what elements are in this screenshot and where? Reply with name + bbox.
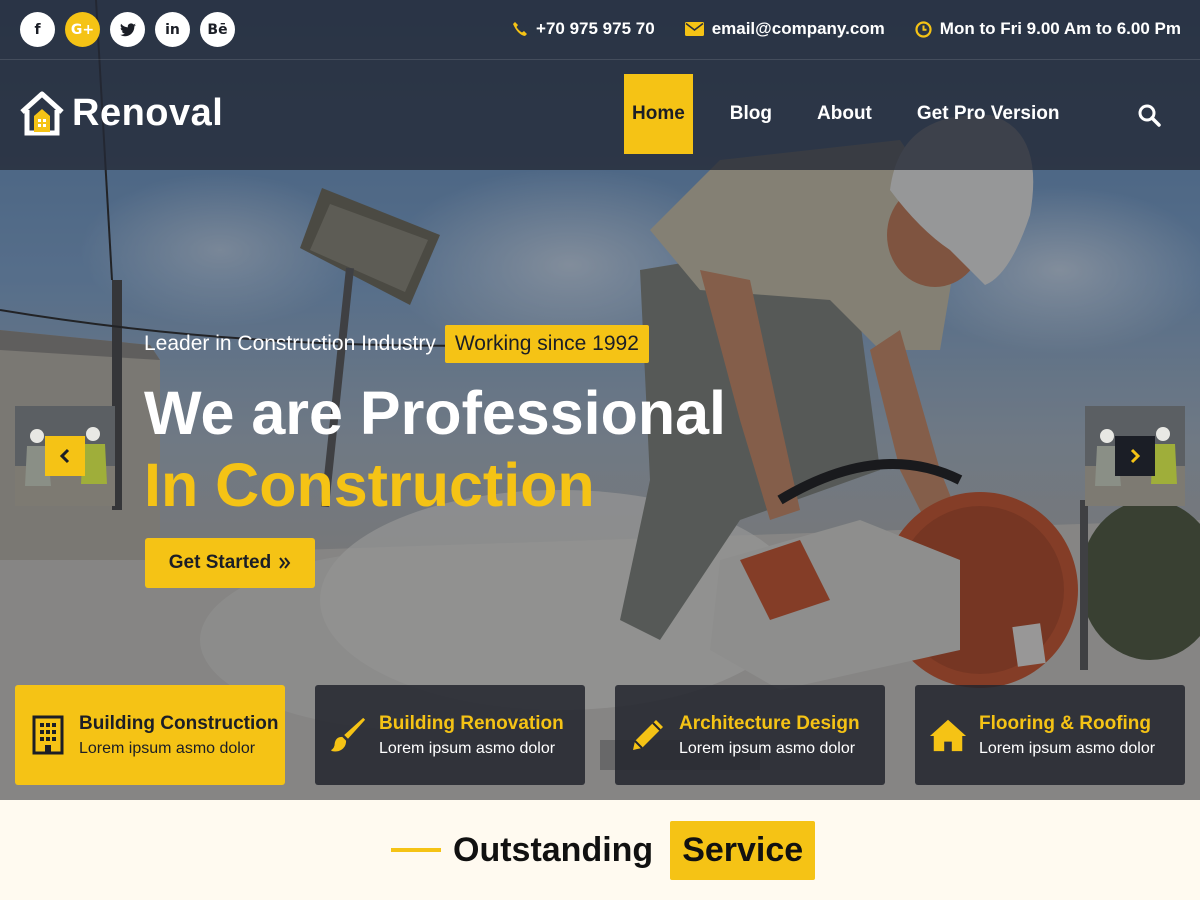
nav-get-pro-version[interactable]: Get Pro Version	[909, 74, 1068, 154]
double-chevron-right-icon	[279, 557, 291, 569]
nav-home[interactable]: Home	[624, 74, 693, 154]
card-text: Building Construction Lorem ipsum asmo d…	[79, 713, 278, 758]
card-description: Lorem ipsum asmo dolor	[379, 739, 556, 757]
linkedin-glyph: in	[165, 21, 180, 38]
phone-icon	[513, 22, 528, 36]
email-address: email@company.com	[711, 19, 885, 38]
clock-icon	[915, 20, 932, 38]
hero-headline-accent: In Construction	[144, 451, 595, 519]
tagline-text: Leader in Construction Industry	[144, 332, 436, 355]
behance-glyph: Bē	[207, 21, 228, 38]
top-bar: f G+ in Bē +70 975 975 70 email@company.…	[0, 0, 1200, 60]
logo-house-icon	[20, 91, 64, 136]
next-slide-thumbnail[interactable]	[1085, 406, 1185, 506]
get-started-button[interactable]: Get Started	[145, 538, 315, 588]
primary-nav: Home Blog About Get Pro Version	[624, 74, 1096, 154]
house-icon	[929, 715, 967, 755]
hours-contact: Mon to Fri 9.00 Am to 6.00 Pm	[915, 19, 1181, 39]
chevron-right-icon	[1130, 448, 1141, 464]
card-text: Building Renovation Lorem ipsum asmo dol…	[379, 713, 564, 758]
behance-icon[interactable]: Bē	[200, 12, 235, 47]
card-text: Flooring & Roofing Lorem ipsum asmo dolo…	[979, 713, 1155, 758]
google-plus-glyph: G+	[70, 21, 95, 38]
card-title: Building Construction	[79, 712, 279, 734]
card-description: Lorem ipsum asmo dolor	[979, 739, 1156, 757]
paint-brush-icon	[329, 715, 367, 755]
card-description: Lorem ipsum asmo dolor	[79, 739, 256, 757]
since-badge: Working since 1992	[444, 325, 649, 363]
card-title: Architecture Design	[679, 712, 860, 734]
brand-name: Renoval	[72, 91, 224, 134]
prev-slide-button[interactable]	[45, 436, 85, 476]
card-description: Lorem ipsum asmo dolor	[679, 739, 856, 757]
feature-card-building-renovation[interactable]: Building Renovation Lorem ipsum asmo dol…	[315, 685, 585, 785]
hero-headline-primary: We are Professional	[144, 379, 727, 447]
contact-info: +70 975 975 70 email@company.com Mon to …	[512, 19, 1181, 39]
search-icon[interactable]	[1137, 103, 1161, 132]
nav-about[interactable]: About	[809, 74, 880, 154]
facebook-glyph: f	[34, 21, 41, 38]
email-contact[interactable]: email@company.com	[684, 19, 885, 39]
main-navbar: Renoval Home Blog About Get Pro Version	[0, 60, 1200, 170]
section-title-highlight: Service	[670, 820, 816, 880]
next-slide-button[interactable]	[1115, 436, 1155, 476]
email-icon	[684, 22, 704, 36]
facebook-icon[interactable]: f	[20, 12, 55, 47]
twitter-bird-icon	[119, 22, 136, 36]
site-logo[interactable]: Renoval	[20, 90, 223, 136]
hero-tagline: Leader in Construction Industry Working …	[144, 325, 649, 363]
magnifier-glyph	[1138, 104, 1161, 127]
twitter-icon[interactable]	[110, 12, 145, 47]
section-title-text: Outstanding	[453, 830, 654, 869]
feature-card-architecture-design[interactable]: Architecture Design Lorem ipsum asmo dol…	[615, 685, 885, 785]
prev-slide-thumbnail[interactable]	[15, 406, 115, 506]
social-links: f G+ in Bē	[20, 12, 235, 47]
business-hours: Mon to Fri 9.00 Am to 6.00 Pm	[939, 19, 1181, 38]
google-plus-icon[interactable]: G+	[65, 12, 100, 47]
card-title: Building Renovation	[379, 712, 564, 734]
card-title: Flooring & Roofing	[979, 712, 1152, 734]
section-heading: Outstanding Service	[391, 820, 816, 880]
feature-card-building-construction[interactable]: Building Construction Lorem ipsum asmo d…	[15, 685, 285, 785]
pencil-icon	[629, 715, 667, 755]
card-text: Architecture Design Lorem ipsum asmo dol…	[679, 713, 860, 758]
building-icon	[29, 715, 67, 755]
phone-contact[interactable]: +70 975 975 70	[512, 19, 655, 39]
phone-number: +70 975 975 70	[536, 19, 655, 38]
get-started-label: Get Started	[168, 552, 272, 573]
chevron-left-icon	[59, 448, 70, 464]
nav-blog[interactable]: Blog	[722, 74, 780, 154]
linkedin-icon[interactable]: in	[155, 12, 190, 47]
feature-card-flooring-roofing[interactable]: Flooring & Roofing Lorem ipsum asmo dolo…	[915, 685, 1185, 785]
section-divider-line	[391, 848, 441, 852]
